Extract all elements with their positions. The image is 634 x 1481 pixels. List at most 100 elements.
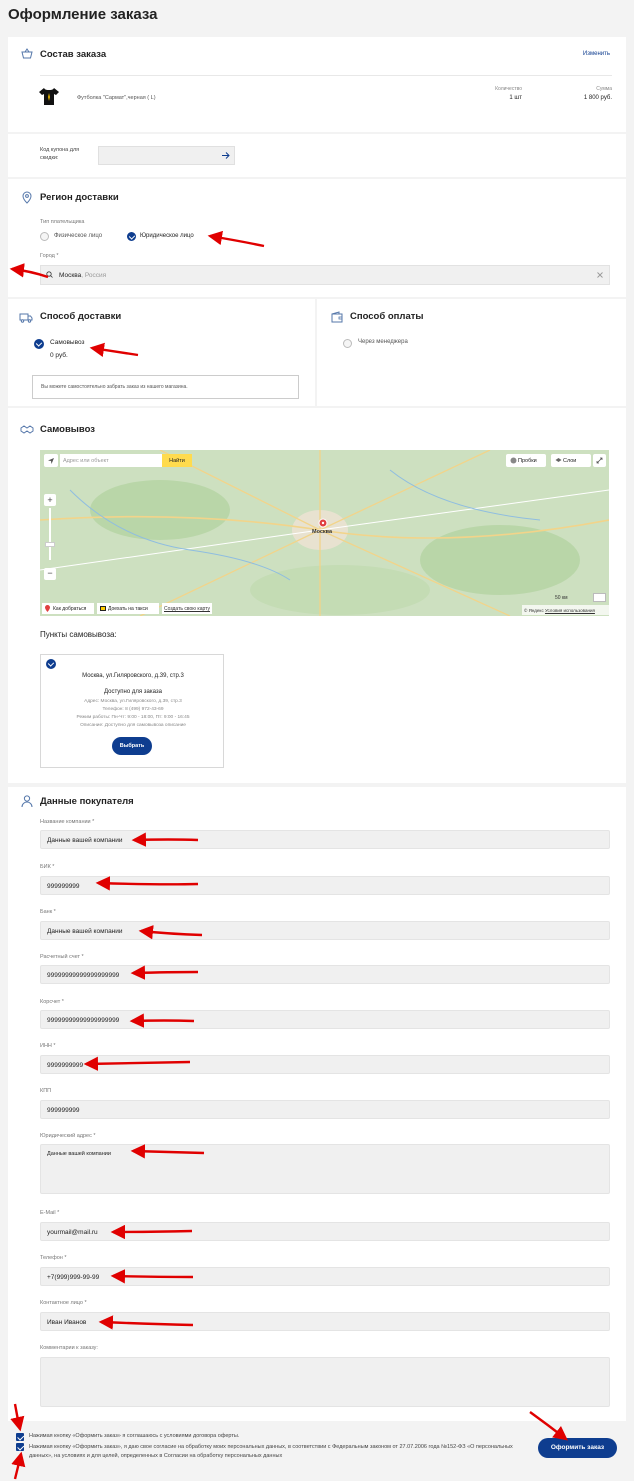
page-title: Оформление заказа xyxy=(8,6,158,23)
payment-card: Способ оплаты Через менеджера xyxy=(317,299,626,406)
payer-individual-label[interactable]: Физическое лицо xyxy=(54,233,102,239)
map-scale: 50 км xyxy=(555,595,568,601)
map-find-button[interactable]: Найти xyxy=(162,454,192,467)
zoom-in-button[interactable]: + xyxy=(44,494,56,506)
map-ruler-icon[interactable] xyxy=(593,593,606,602)
search-icon xyxy=(46,271,53,278)
pickup-point-hours: Режим работы: Пн-Чт: 9:00 - 18:00, Пт: 9… xyxy=(76,715,190,720)
kpp-input[interactable]: 999999999 xyxy=(40,1100,610,1119)
email-input[interactable]: yourmail@mail.ru xyxy=(40,1222,610,1241)
region-title: Регион доставки xyxy=(40,192,119,203)
traffic-label: Пробки xyxy=(518,457,537,464)
delivery-card: Способ доставки Самовывоз 0 руб. Вы може… xyxy=(8,299,315,406)
phone-label: Телефон * xyxy=(40,1255,67,1261)
map-copyright-bar: © Яндекс Условия использования xyxy=(522,605,609,615)
pickup-point-card[interactable]: Москва, ул.Гиляровского, д.39, стр.3 Дос… xyxy=(40,654,224,768)
comment-textarea[interactable] xyxy=(40,1357,610,1407)
legal-address-input[interactable]: Данные вашей компании xyxy=(40,1144,610,1194)
zoom-out-button[interactable]: − xyxy=(44,568,56,580)
delivery-option-label[interactable]: Самовывоз xyxy=(50,339,85,346)
personal-data-consent-text: Нажимая кнопку «Оформить заказ», я даю с… xyxy=(29,1444,513,1459)
taxi-icon xyxy=(100,606,106,611)
wallet-icon xyxy=(331,311,343,323)
inn-input[interactable]: 9999999999 xyxy=(40,1055,610,1074)
contact-person-label: Контактное лицо * xyxy=(40,1300,87,1306)
order-edit-link[interactable]: Изменить xyxy=(583,51,610,57)
zoom-slider[interactable] xyxy=(49,508,51,560)
pickup-title: Самовывоз xyxy=(40,424,96,435)
comment-label: Комментарии к заказу: xyxy=(40,1345,98,1351)
contact-person-input[interactable]: Иван Иванов xyxy=(40,1312,610,1331)
tshirt-thumbnail xyxy=(39,88,59,105)
delivery-note: Вы можете самостоятельно забрать заказ и… xyxy=(32,375,299,399)
payment-option-label[interactable]: Через менеджера xyxy=(358,339,408,345)
pickup-point-status: Доступно для заказа xyxy=(104,689,162,695)
inn-label: ИНН * xyxy=(40,1043,56,1049)
account-label: Расчетный счет * xyxy=(40,954,84,960)
company-name-label: Название компании * xyxy=(40,819,95,825)
delivery-price: 0 руб. xyxy=(50,352,68,359)
buyer-title: Данные покупателя xyxy=(40,796,134,807)
payer-legal-radio[interactable] xyxy=(127,232,136,241)
qty-header: Количество xyxy=(495,86,522,92)
phone-input[interactable]: +7(999)999-99-99 xyxy=(40,1267,610,1286)
personal-data-checkbox[interactable] xyxy=(16,1443,24,1451)
offer-checkbox[interactable] xyxy=(16,1433,24,1441)
offer-consent-text: Нажимая кнопку «Оформить заказ» я соглаш… xyxy=(29,1433,240,1439)
pickup-point-address: Адрес: Москва, ул.Гиляровского, д.39, ст… xyxy=(84,699,182,704)
bik-input[interactable]: 999999999 xyxy=(40,876,610,895)
city-label: Город * xyxy=(40,253,59,259)
qty-value: 1 шт xyxy=(509,95,522,101)
map-terms-link[interactable]: Условия использования xyxy=(545,608,595,613)
map-search-input[interactable]: Адрес или объект xyxy=(60,454,162,467)
corr-account-input[interactable]: 99999999999999999999 xyxy=(40,1010,610,1029)
location-pin-icon xyxy=(22,191,32,204)
payer-type-label: Тип плательщика xyxy=(40,219,85,225)
pickup-point-radio[interactable] xyxy=(46,659,56,669)
payer-legal-label[interactable]: Юридическое лицо xyxy=(140,233,194,239)
choose-point-button[interactable]: Выбрать xyxy=(112,737,152,755)
corr-account-label: Корсчет * xyxy=(40,999,64,1005)
sum-value: 1 800 руб. xyxy=(583,95,612,101)
payer-individual-radio[interactable] xyxy=(40,232,49,241)
map-taxi-link[interactable]: Доехать на такси xyxy=(97,603,159,614)
city-country: , Россия xyxy=(81,272,107,279)
bik-label: БИК * xyxy=(40,864,55,870)
map-make-link[interactable]: Создать свою карту xyxy=(162,603,213,614)
map-copyright: © Яндекс xyxy=(524,607,544,613)
payment-manager-radio[interactable] xyxy=(343,339,352,348)
arrow-right-icon[interactable] xyxy=(221,151,230,160)
clear-icon[interactable] xyxy=(597,272,603,278)
zoom-slider-handle[interactable] xyxy=(45,542,55,547)
coupon-input[interactable] xyxy=(98,146,235,165)
delivery-pickup-radio[interactable] xyxy=(34,339,44,349)
map-city-label: Москва xyxy=(312,529,333,535)
bank-input[interactable]: Данные вашей компании xyxy=(40,921,610,940)
pickup-point-desc: Описание: Доступно для самовывоза описан… xyxy=(80,723,186,728)
city-value: Москва xyxy=(59,272,82,279)
taxi-label: Доехать на такси xyxy=(108,606,148,612)
order-card: Состав заказа Изменить Футболка "Сармат"… xyxy=(8,37,626,132)
pickup-map[interactable]: Москва Адрес или объект Найти Пробки Сло… xyxy=(40,450,609,616)
basket-icon xyxy=(21,48,33,59)
coupon-label: Код купона для скидки: xyxy=(40,147,80,161)
kpp-label: КПП xyxy=(40,1088,52,1094)
layers-icon xyxy=(555,458,562,462)
truck-icon xyxy=(19,313,33,323)
submit-order-button[interactable]: Оформить заказ xyxy=(538,1438,617,1458)
navigate-icon xyxy=(48,458,54,464)
company-name-input[interactable]: Данные вашей компании xyxy=(40,830,610,849)
arrow-personal-check xyxy=(11,1451,26,1480)
user-icon xyxy=(21,795,33,808)
coupon-card: Код купона для скидки: xyxy=(8,134,626,177)
payment-title: Способ оплаты xyxy=(350,311,424,322)
order-title: Состав заказа xyxy=(40,49,107,60)
order-item-name: Футболка "Сармат",черная ( L) xyxy=(77,95,156,101)
layers-label: Слои xyxy=(563,457,577,464)
route-pin-icon xyxy=(45,605,50,612)
bank-label: Банк * xyxy=(40,909,56,915)
city-input[interactable]: Москва, Россия xyxy=(40,265,610,285)
route-label: Как добраться xyxy=(53,606,87,612)
delivery-title: Способ доставки xyxy=(40,311,122,322)
account-input[interactable]: 99999999999999999999 xyxy=(40,965,610,984)
